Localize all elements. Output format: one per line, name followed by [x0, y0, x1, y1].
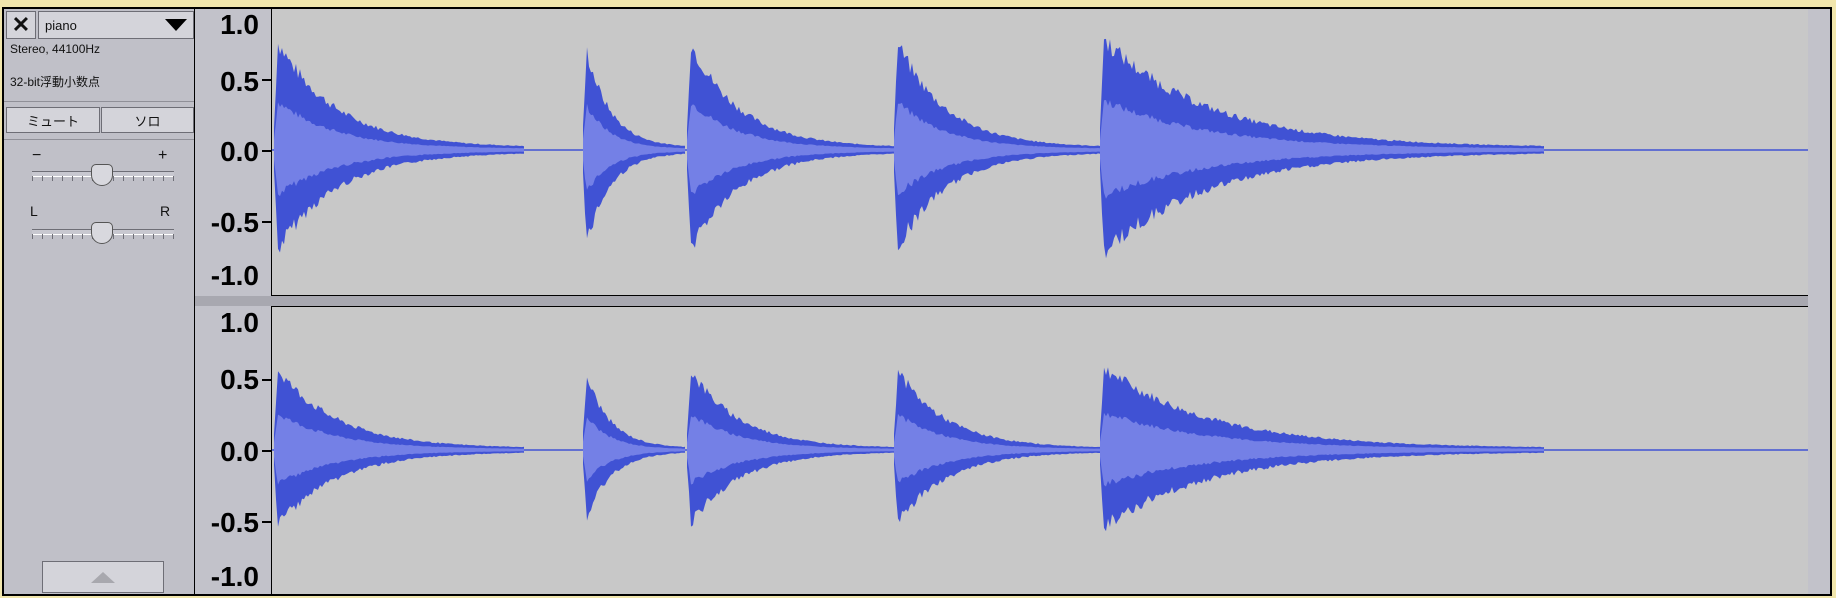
slider-tick [123, 176, 124, 181]
slider-tick [82, 176, 83, 181]
ruler-tick [262, 150, 271, 152]
slider-tick [32, 176, 33, 181]
slider-tick [153, 234, 154, 239]
track-format-info: Stereo, 44100Hz [10, 42, 101, 56]
divider [4, 139, 194, 140]
slider-tick [143, 234, 144, 239]
ruler-tick [262, 379, 271, 381]
slider-tick [113, 234, 114, 239]
gain-slider-thumb[interactable] [91, 164, 113, 186]
slider-tick [42, 176, 43, 181]
audacity-track-panel: ✕ piano Stereo, 44100Hz 32-bit浮動小数点 ミュート… [0, 0, 1836, 598]
track-name-menu-button[interactable]: piano [38, 11, 194, 39]
slider-tick [52, 176, 53, 181]
slider-tick [163, 176, 164, 181]
slider-tick [143, 176, 144, 181]
ruler-label-ch1-neg1: -1.0 [210, 260, 259, 291]
track-right-edge [1808, 9, 1830, 594]
slider-tick [62, 176, 63, 181]
slider-tick [82, 234, 83, 239]
pan-left-label: L [30, 203, 38, 219]
track-control-panel: ✕ piano Stereo, 44100Hz 32-bit浮動小数点 ミュート… [4, 9, 194, 594]
divider [4, 101, 194, 102]
collapse-track-button[interactable] [42, 561, 164, 593]
slider-tick [42, 234, 43, 239]
slider-tick [52, 234, 53, 239]
ruler-tick [262, 221, 271, 223]
close-track-button[interactable]: ✕ [6, 11, 36, 39]
slider-tick [32, 234, 33, 239]
ruler-label-ch2-pos05: 0.5 [220, 364, 259, 395]
slider-tick [153, 176, 154, 181]
ruler-label-ch1-pos05: 0.5 [220, 66, 259, 97]
gain-minus-label: − [32, 147, 42, 164]
slider-tick [173, 234, 174, 239]
slider-tick [72, 234, 73, 239]
solo-button[interactable]: ソロ [101, 107, 194, 133]
gain-plus-label: + [158, 147, 168, 164]
waveform-plot [272, 38, 1808, 532]
slider-tick [173, 176, 174, 181]
slider-tick [133, 176, 134, 181]
slider-tick [72, 176, 73, 181]
ruler-tick [262, 450, 271, 452]
slider-tick [163, 234, 164, 239]
ruler-label-ch2-neg1: -1.0 [210, 561, 259, 592]
track-sample-format-info: 32-bit浮動小数点 [10, 75, 101, 89]
pan-slider-thumb[interactable] [91, 222, 113, 244]
close-icon: ✕ [11, 12, 31, 37]
ruler-label-ch2-neg05: -0.5 [210, 507, 259, 538]
chevron-down-icon [165, 19, 187, 31]
slider-tick [133, 234, 134, 239]
ruler-label-ch2-pos1: 1.0 [220, 307, 259, 338]
slider-tick [62, 234, 63, 239]
mute-button[interactable]: ミュート [6, 107, 100, 133]
waveform-right-channel [272, 367, 1808, 532]
ruler-label-ch1-pos1: 1.0 [220, 9, 259, 40]
waveform-left-channel [272, 38, 1808, 259]
ruler-tick [262, 521, 271, 523]
track-name-label: piano [45, 17, 77, 33]
ruler-tick [262, 79, 271, 81]
ruler-label-ch2-zero: 0.0 [220, 436, 259, 467]
ruler-label-ch1-neg05: -0.5 [210, 207, 259, 238]
pan-right-label: R [160, 203, 171, 219]
collapse-up-arrow-icon [91, 571, 115, 583]
ruler-label-ch1-zero: 0.0 [220, 136, 259, 167]
slider-tick [123, 234, 124, 239]
slider-tick [113, 176, 114, 181]
